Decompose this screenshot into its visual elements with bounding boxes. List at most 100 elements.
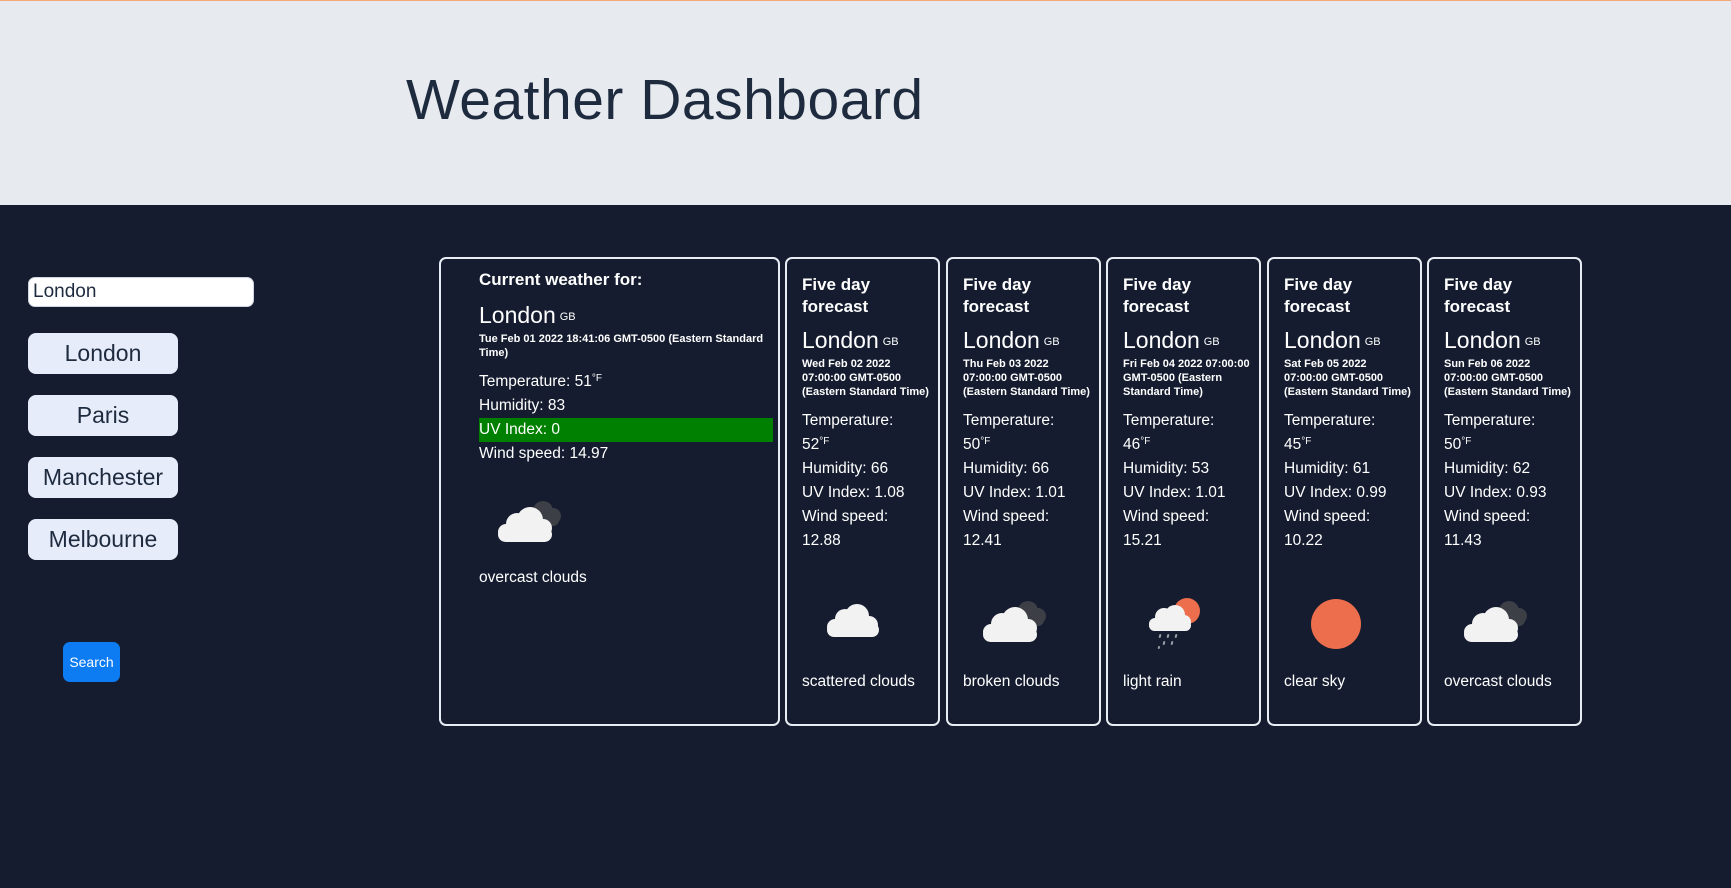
history-button-melbourne[interactable]: Melbourne	[28, 519, 178, 560]
country-code: GB	[1203, 336, 1220, 348]
forecast-card-1: Five day forecast London GB Wed Feb 02 20…	[785, 257, 940, 726]
broken-clouds-icon	[978, 596, 1052, 651]
city-name: London	[963, 327, 1040, 353]
forecast-temperature: 46°F	[1123, 433, 1251, 457]
temperature-value: 50	[1444, 436, 1462, 453]
forecast-humidity: Humidity: 62	[1444, 460, 1531, 477]
forecast-humidity: Humidity: 66	[963, 460, 1050, 477]
scattered-clouds-icon	[821, 597, 887, 648]
forecast-wind-label: Wind speed:	[963, 508, 1050, 525]
city-name: London	[1284, 327, 1361, 353]
forecast-uv-index: UV Index: 1.01	[963, 484, 1066, 501]
temperature-unit: °F	[1140, 436, 1151, 447]
city-name: London	[1444, 327, 1521, 353]
forecast-humidity: Humidity: 66	[802, 460, 889, 477]
temperature-unit: °F	[1301, 436, 1312, 447]
forecast-humidity: Humidity: 61	[1284, 460, 1371, 477]
temperature-unit: °F	[1461, 436, 1472, 447]
temperature-value: 52	[802, 436, 820, 453]
forecast-description: clear sky	[1284, 673, 1346, 690]
forecast-wind-speed: 11.43	[1444, 532, 1482, 549]
forecast-temperature: 45°F	[1284, 433, 1412, 457]
city-search-input[interactable]	[28, 277, 254, 307]
current-weather-card: Current weather for: London GB Tue Feb 01…	[439, 257, 780, 726]
forecast-wind-label: Wind speed:	[1123, 508, 1210, 525]
city-name: London	[479, 302, 556, 328]
country-code: GB	[882, 336, 899, 348]
forecast-wind-speed: 12.41	[963, 532, 1002, 549]
current-wind-speed: Wind speed: 14.97	[479, 445, 609, 462]
overcast-clouds-icon	[1459, 596, 1533, 651]
current-description: overcast clouds	[479, 569, 587, 586]
page-title: Weather Dashboard	[406, 68, 924, 132]
current-heading: Current weather for:	[479, 270, 643, 289]
forecast-date: Fri Feb 04 2022 07:00:00 GMT-0500 (Easte…	[1123, 358, 1250, 398]
current-humidity: Humidity: 83	[479, 397, 566, 414]
current-city: London GB	[479, 301, 773, 329]
forecast-temperature: 50°F	[963, 433, 1091, 457]
forecast-city: London GB	[1123, 326, 1251, 354]
temperature-value: 46	[1123, 436, 1141, 453]
forecast-temperature-label: Temperature:	[963, 412, 1055, 429]
page-header: Weather Dashboard	[0, 1, 1731, 205]
clear-sky-icon	[1309, 597, 1363, 656]
forecast-city: London GB	[963, 326, 1091, 354]
forecast-description: broken clouds	[963, 673, 1060, 690]
forecast-city: London GB	[1284, 326, 1412, 354]
forecast-heading: Five day forecast	[1284, 275, 1353, 316]
history-button-manchester[interactable]: Manchester	[28, 457, 178, 498]
forecast-wind-label: Wind speed:	[1284, 508, 1371, 525]
country-code: GB	[559, 311, 576, 323]
forecast-heading: Five day forecast	[802, 275, 871, 316]
forecast-wind-speed: 10.22	[1284, 532, 1323, 549]
country-code: GB	[1043, 336, 1060, 348]
history-button-london[interactable]: London	[28, 333, 178, 374]
temperature-value: 45	[1284, 436, 1302, 453]
forecast-temperature-label: Temperature:	[1123, 412, 1215, 429]
current-temperature: Temperature: 51°F	[479, 370, 773, 394]
forecast-uv-index: UV Index: 1.08	[802, 484, 905, 501]
current-date: Tue Feb 01 2022 18:41:06 GMT-0500 (Easte…	[479, 333, 764, 359]
overcast-clouds-icon	[493, 494, 567, 551]
forecast-description: light rain	[1123, 673, 1182, 690]
forecast-description: scattered clouds	[802, 673, 915, 690]
forecast-date: Thu Feb 03 2022 07:00:00 GMT-0500 (Easte…	[963, 358, 1090, 398]
country-code: GB	[1524, 336, 1541, 348]
forecast-temperature-label: Temperature:	[802, 412, 894, 429]
forecast-description: overcast clouds	[1444, 673, 1552, 690]
forecast-wind-speed: 15.21	[1123, 532, 1162, 549]
city-name: London	[1123, 327, 1200, 353]
forecast-heading: Five day forecast	[1444, 275, 1513, 316]
forecast-date: Sat Feb 05 2022 07:00:00 GMT-0500 (Easte…	[1284, 358, 1411, 398]
current-uv-index: UV Index: 0	[479, 418, 773, 442]
forecast-date: Wed Feb 02 2022 07:00:00 GMT-0500 (Easte…	[802, 358, 929, 398]
forecast-temperature-label: Temperature:	[1444, 412, 1536, 429]
forecast-date: Sun Feb 06 2022 07:00:00 GMT-0500 (Easte…	[1444, 358, 1571, 398]
search-button[interactable]: Search	[63, 642, 120, 682]
forecast-humidity: Humidity: 53	[1123, 460, 1210, 477]
forecast-temperature: 52°F	[802, 433, 930, 457]
forecast-heading: Five day forecast	[1123, 275, 1192, 316]
forecast-temperature-label: Temperature:	[1284, 412, 1376, 429]
forecast-card-5: Five day forecast London GB Sun Feb 06 20…	[1427, 257, 1582, 726]
history-button-paris[interactable]: Paris	[28, 395, 178, 436]
temperature-unit: °F	[591, 373, 602, 384]
temperature-value: 50	[963, 436, 981, 453]
forecast-uv-index: UV Index: 1.01	[1123, 484, 1226, 501]
city-name: London	[802, 327, 879, 353]
forecast-uv-index: UV Index: 0.99	[1284, 484, 1387, 501]
temperature-text: Temperature: 51	[479, 373, 592, 390]
forecast-temperature: 50°F	[1444, 433, 1572, 457]
temperature-unit: °F	[980, 436, 991, 447]
forecast-wind-label: Wind speed:	[1444, 508, 1531, 525]
country-code: GB	[1364, 336, 1381, 348]
forecast-wind-label: Wind speed:	[802, 508, 889, 525]
forecast-city: London GB	[1444, 326, 1572, 354]
forecast-wind-speed: 12.88	[802, 532, 841, 549]
forecast-heading: Five day forecast	[963, 275, 1032, 316]
light-rain-icon	[1146, 595, 1206, 656]
forecast-card-3: Five day forecast London GB Fri Feb 04 20…	[1106, 257, 1261, 726]
forecast-card-4: Five day forecast London GB Sat Feb 05 20…	[1267, 257, 1422, 726]
temperature-unit: °F	[819, 436, 830, 447]
forecast-card-2: Five day forecast London GB Thu Feb 03 20…	[946, 257, 1101, 726]
